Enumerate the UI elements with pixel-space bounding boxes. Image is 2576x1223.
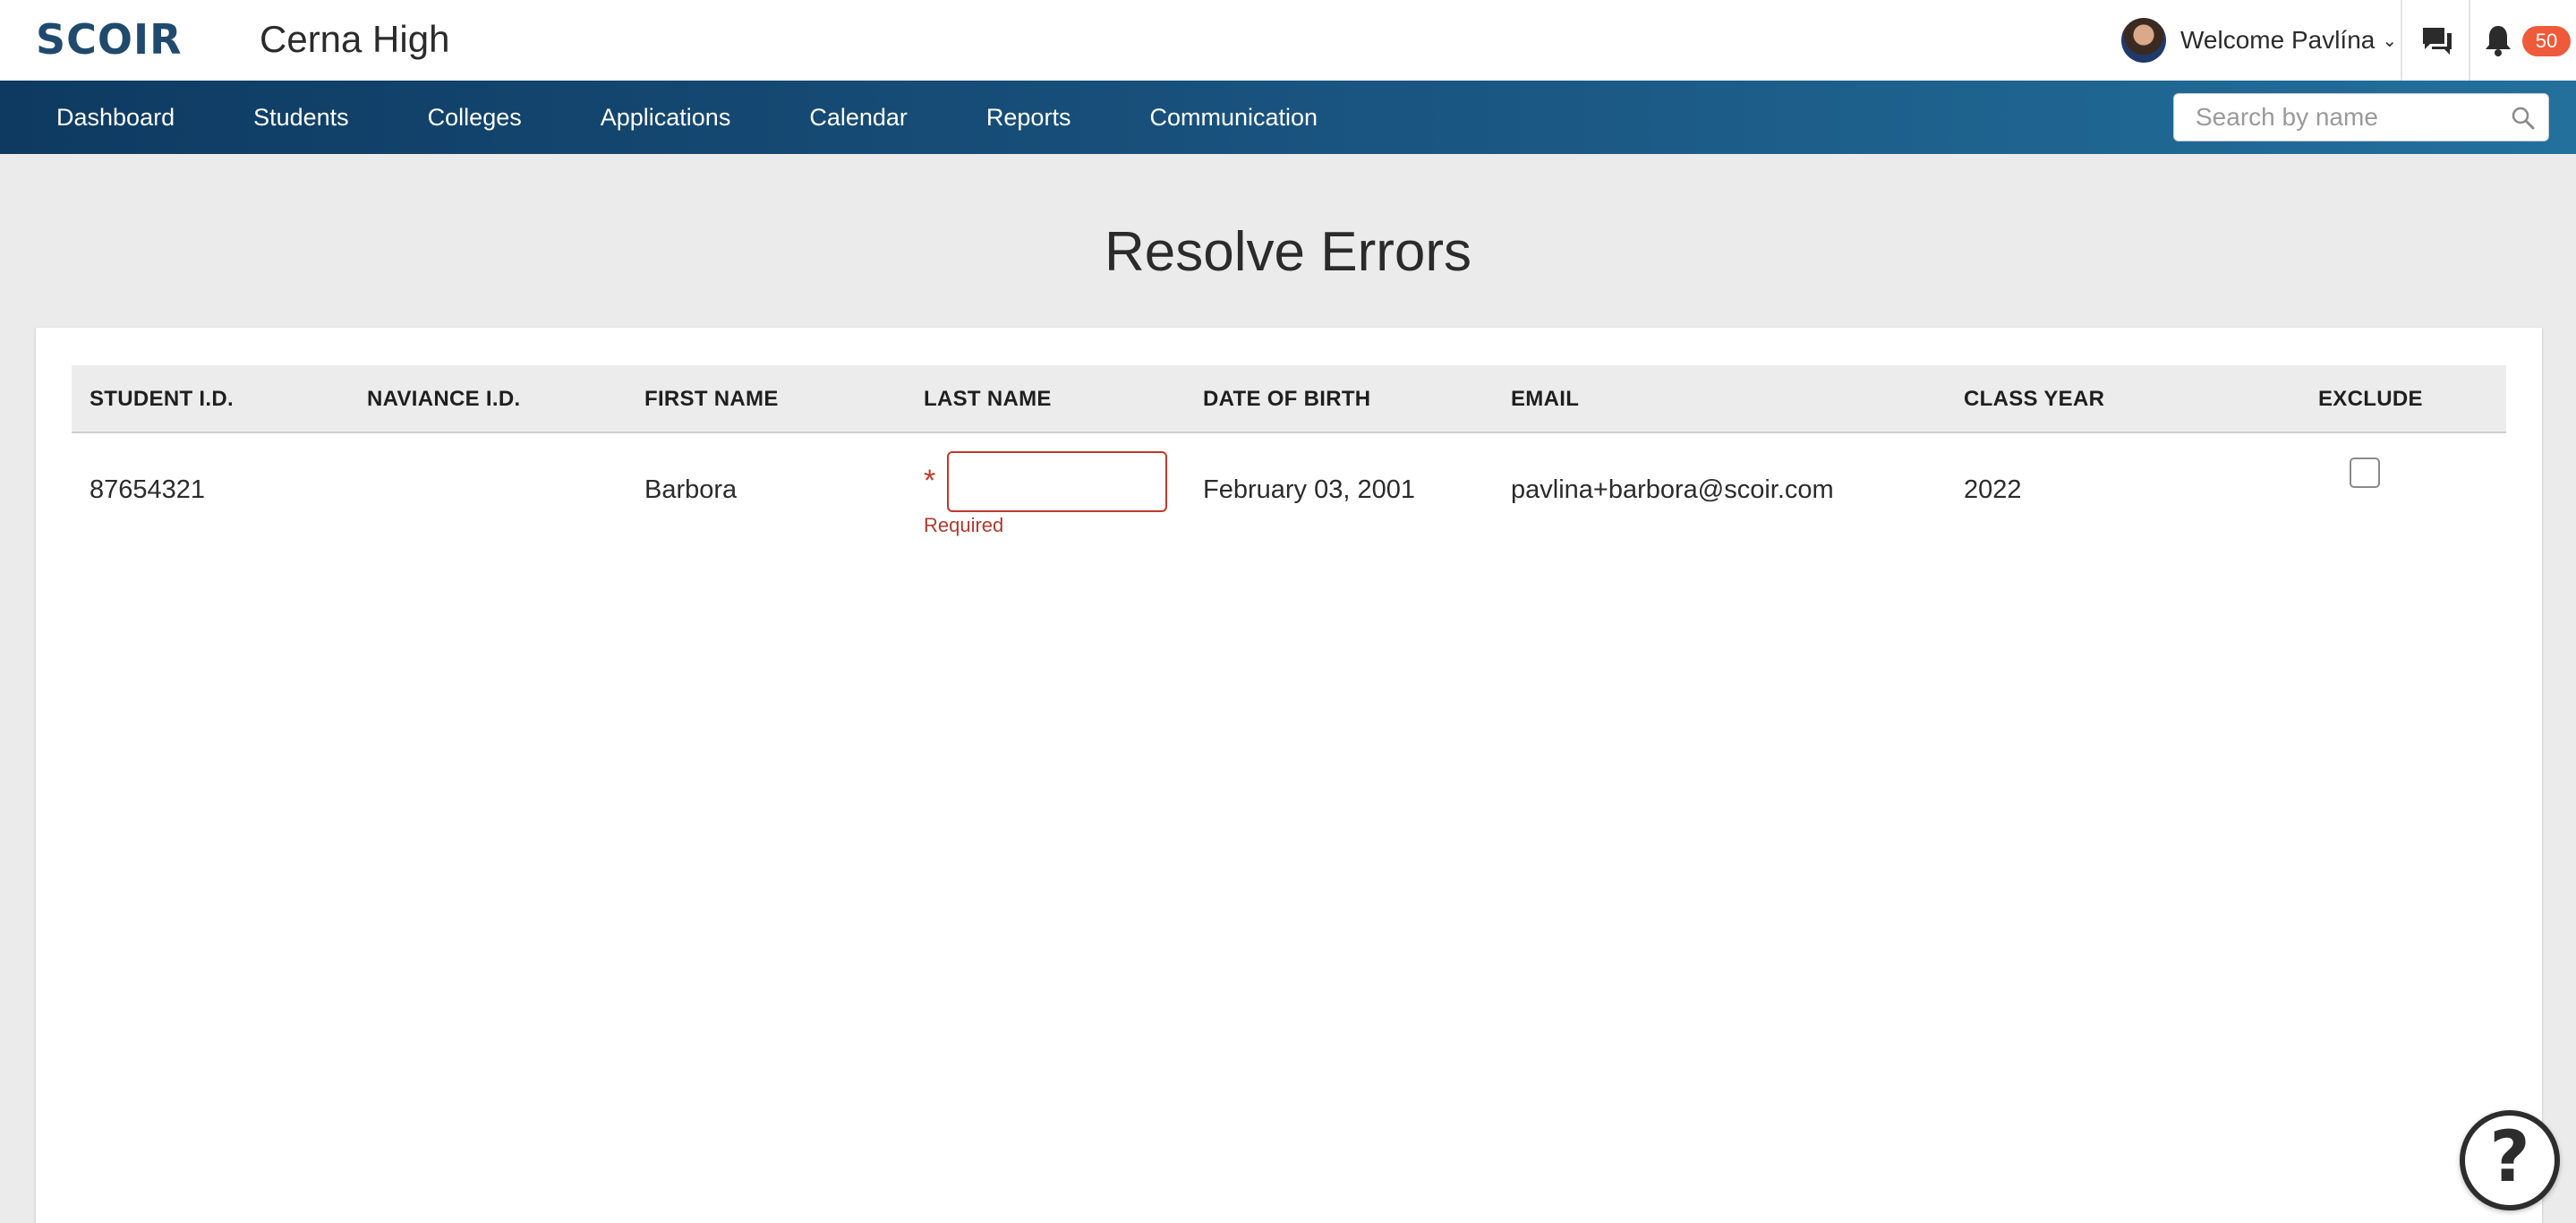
cell-first-name: Barbora <box>644 475 738 504</box>
cell-student-id: 87654321 <box>90 475 206 504</box>
header-class-year: CLASS YEAR <box>1964 387 2105 411</box>
help-icon: ? <box>2489 1117 2530 1198</box>
page-title: Resolve Errors <box>1105 221 1471 283</box>
header-email: EMAIL <box>1511 387 1580 411</box>
last-name-input[interactable] <box>947 451 1167 512</box>
main-nav: Dashboard Students Colleges Applications… <box>0 81 2576 154</box>
search-box <box>2173 93 2549 141</box>
header-exclude: EXCLUDE <box>2318 387 2423 411</box>
header-divider <box>2469 0 2470 81</box>
header-date-of-birth: DATE OF BIRTH <box>1203 387 1371 411</box>
nav-applications[interactable]: Applications <box>601 104 731 132</box>
nav-calendar[interactable]: Calendar <box>809 104 908 132</box>
nav-reports[interactable]: Reports <box>986 104 1071 132</box>
nav-communication[interactable]: Communication <box>1149 104 1318 132</box>
header-first-name: FIRST NAME <box>644 387 779 411</box>
table-header: STUDENT I.D. NAVIANCE I.D. FIRST NAME LA… <box>72 365 2506 433</box>
school-name: Cerna High <box>260 18 450 60</box>
notification-badge: 50 <box>2522 26 2571 56</box>
header-last-name: LAST NAME <box>924 387 1052 411</box>
cell-class-year: 2022 <box>1964 475 2022 504</box>
top-header: SCOIR Cerna High Welcome Pavlína ⌄ 50 <box>0 0 2576 81</box>
required-marker: * <box>924 464 936 498</box>
nav-colleges[interactable]: Colleges <box>428 104 522 132</box>
bell-icon[interactable] <box>2484 23 2512 57</box>
chevron-down-icon: ⌄ <box>2382 30 2398 51</box>
scoir-logo[interactable]: SCOIR <box>36 14 183 64</box>
logo-text: SCOIR <box>36 15 183 64</box>
header-divider <box>2401 0 2402 81</box>
search-icon[interactable] <box>2511 106 2536 131</box>
header-student-id: STUDENT I.D. <box>90 387 234 411</box>
nav-dashboard[interactable]: Dashboard <box>56 104 175 132</box>
chat-icon[interactable] <box>2419 25 2455 57</box>
welcome-text: Welcome Pavlína <box>2180 26 2376 54</box>
search-input[interactable] <box>2174 94 2496 141</box>
avatar <box>2121 18 2166 63</box>
errors-card: STUDENT I.D. NAVIANCE I.D. FIRST NAME LA… <box>36 328 2542 1223</box>
required-error: Required <box>924 514 1004 536</box>
cell-email: pavlina+barbora@scoir.com <box>1511 475 1834 504</box>
help-button[interactable]: ? <box>2460 1110 2560 1210</box>
nav-students[interactable]: Students <box>253 104 349 132</box>
header-naviance-id: NAVIANCE I.D. <box>367 387 521 411</box>
exclude-checkbox[interactable] <box>2350 458 2380 488</box>
user-menu[interactable]: Welcome Pavlína ⌄ <box>2121 16 2397 64</box>
cell-date-of-birth: February 03, 2001 <box>1203 475 1415 504</box>
